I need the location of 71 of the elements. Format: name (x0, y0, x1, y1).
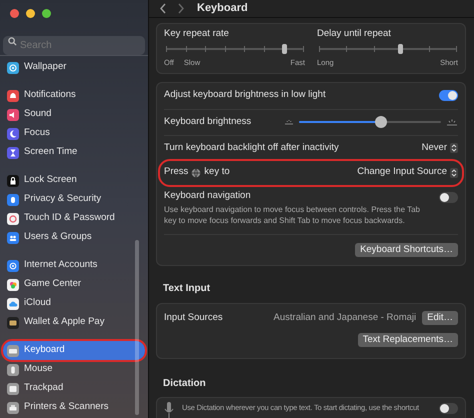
setting-label: Press (164, 165, 188, 180)
brightness-high-icon (446, 118, 458, 126)
setting-label: Keyboard brightness (164, 114, 252, 129)
slider[interactable] (319, 42, 456, 54)
description-text: Use keyboard navigation to move focus between controls. Press the Tab key to move focus forwards and Shift Tab to move focus backwards. (164, 204, 421, 226)
padlock-icon (7, 174, 19, 186)
slider[interactable] (166, 42, 303, 54)
moon-icon (7, 128, 19, 140)
sidebar-item[interactable]: Internet Accounts (3, 256, 145, 275)
slider-thumb[interactable] (282, 44, 287, 54)
search-icon (8, 37, 17, 46)
forward-icon[interactable] (176, 2, 185, 14)
sidebar-item[interactable]: Keyboard (3, 341, 145, 360)
sidebar-item[interactable]: Lock Screen (3, 171, 145, 190)
window-title: Keyboard (197, 1, 248, 16)
stepper-icon (450, 168, 458, 178)
scrollbar[interactable] (135, 240, 139, 415)
sidebar-item[interactable]: Users & Groups (3, 228, 145, 247)
stepper-icon (450, 143, 458, 153)
slider-label: Key repeat rate (164, 26, 230, 40)
microphone-icon (164, 402, 174, 418)
setting-value: Australian and Japanese - Romaji (274, 310, 416, 325)
minimize-button[interactable] (26, 9, 35, 18)
sidebar-item[interactable]: Trackpad (3, 379, 145, 398)
sidebar-item[interactable]: Mouse (3, 360, 145, 379)
sidebar-item[interactable]: Screen Time (3, 143, 145, 162)
sidebar-item[interactable]: Sound (3, 105, 145, 124)
setting-label: Turn keyboard backlight off after inactivity (164, 140, 339, 155)
cloud-icon (7, 298, 19, 310)
sidebar-item[interactable]: Printers & Scanners (3, 398, 145, 417)
sidebar-item[interactable]: Touch ID & Password (3, 209, 145, 228)
setting-label: key to (204, 165, 230, 180)
keyboard-shortcuts-button[interactable]: Keyboard Shortcuts… (355, 242, 458, 257)
sidebar-item[interactable]: Focus (3, 124, 145, 143)
sidebar-item[interactable]: Notifications (3, 86, 145, 105)
edit-button[interactable]: Edit… (422, 310, 458, 325)
bubbles-icon (7, 278, 19, 290)
slider[interactable] (299, 116, 441, 128)
globe-icon (191, 168, 202, 178)
popup-button[interactable]: Change Input Source (357, 165, 458, 180)
toggle-switch[interactable] (439, 90, 458, 101)
toggle-switch[interactable] (439, 402, 458, 414)
sidebar-item[interactable]: Game Center (3, 275, 145, 294)
brightness-low-icon (284, 119, 294, 125)
section-heading: Dictation (163, 376, 207, 391)
slider-thumb[interactable] (375, 116, 388, 128)
slider-thumb[interactable] (398, 44, 403, 54)
slider-label: Delay until repeat (317, 26, 392, 40)
back-icon[interactable] (159, 2, 168, 14)
close-button[interactable] (10, 9, 19, 18)
keyboard-icon (7, 344, 19, 356)
setting-label: Input Sources (164, 310, 223, 325)
text-replacements-button[interactable]: Text Replacements… (358, 332, 458, 347)
wallet-icon (7, 316, 19, 328)
sidebar-item[interactable]: Privacy & Security (3, 190, 145, 209)
printer-icon (7, 402, 19, 414)
people-icon (7, 232, 19, 244)
setting-label: Adjust keyboard brightness in low light (164, 88, 326, 102)
sidebar-item[interactable]: iCloud (3, 294, 145, 313)
popup-button[interactable]: Never (422, 140, 458, 156)
mouse-icon (7, 364, 19, 376)
sidebar-item[interactable]: Wallet & Apple Pay (3, 313, 145, 332)
setting-label: Keyboard navigation (164, 188, 252, 202)
speaker-icon (7, 108, 19, 120)
sidebar-item[interactable]: Wallpaper (3, 58, 145, 77)
hourglass-icon (7, 146, 19, 158)
zoom-button[interactable] (42, 9, 51, 18)
toggle-switch[interactable] (439, 192, 458, 202)
bell-icon (7, 90, 19, 102)
section-heading: Text Input (163, 282, 212, 296)
trackpad-icon (7, 382, 19, 394)
